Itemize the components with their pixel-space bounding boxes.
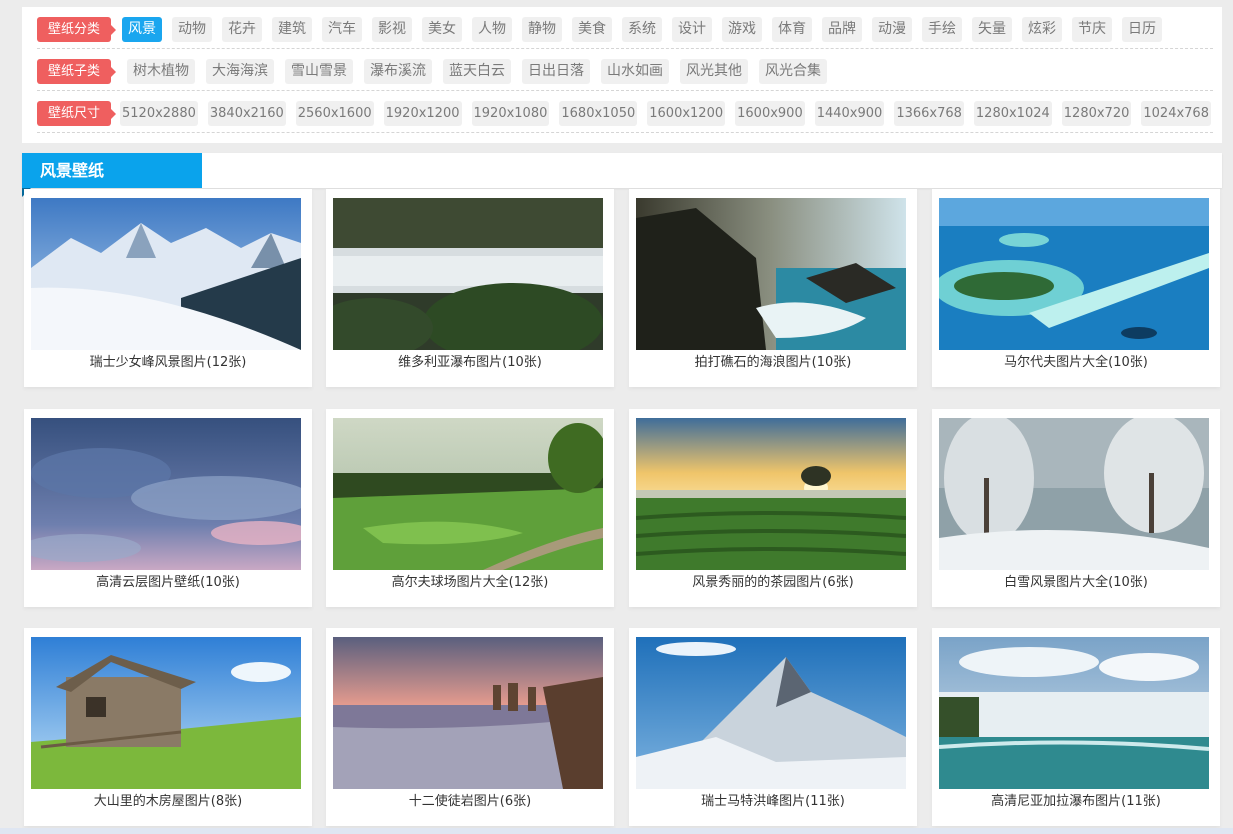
- category-tag[interactable]: 游戏: [722, 17, 762, 42]
- size-tag[interactable]: 1280x720: [1061, 101, 1132, 126]
- subcategory-tag[interactable]: 雪山雪景: [285, 59, 353, 84]
- category-tag[interactable]: 静物: [522, 17, 562, 42]
- wallpaper-caption[interactable]: 马尔代夫图片大全(10张): [939, 354, 1213, 371]
- size-tag[interactable]: 1024x768: [1141, 101, 1211, 126]
- wallpaper-thumbnail[interactable]: [31, 637, 301, 789]
- size-tag[interactable]: 1920x1080: [471, 101, 550, 126]
- subcategory-tag[interactable]: 山水如画: [601, 59, 669, 84]
- subcategory-tag-list: 树木植物 大海海滨 雪山雪景 瀑布溪流 蓝天白云 日出日落 山水如画 风光其他 风光合集: [127, 59, 1213, 84]
- section-header: 风景壁纸: [22, 153, 1222, 197]
- filter-label-subcategory: 壁纸子类: [37, 59, 116, 84]
- filter-panel: 壁纸分类 风景 动物 花卉 建筑 汽车 影视 美女 人物 静物 美食 系统 设计 游戏 体育 品牌 动漫 手绘矢…: [22, 7, 1222, 143]
- wallpaper-card[interactable]: 拍打礁石的海浪图片(10张): [629, 189, 917, 387]
- wallpaper-card[interactable]: 十二使徒岩图片(6张): [326, 628, 614, 826]
- category-tag[interactable]: 汽车: [322, 17, 362, 42]
- category-tag[interactable]: 日历: [1122, 17, 1162, 42]
- wallpaper-thumbnail[interactable]: [636, 198, 906, 350]
- subcategory-tag[interactable]: 日出日落: [522, 59, 590, 84]
- wallpaper-card[interactable]: 高尔夫球场图片大全(12张): [326, 409, 614, 607]
- category-tag[interactable]: 动漫: [872, 17, 912, 42]
- wallpaper-thumbnail[interactable]: [31, 418, 301, 570]
- wallpaper-thumbnail[interactable]: [333, 418, 603, 570]
- wallpaper-thumbnail[interactable]: [31, 198, 301, 350]
- wallpaper-caption[interactable]: 高尔夫球场图片大全(12张): [333, 574, 607, 591]
- category-tag[interactable]: 花卉: [222, 17, 262, 42]
- wallpaper-card[interactable]: 高清尼亚加拉瀑布图片(11张): [932, 628, 1220, 826]
- wallpaper-card[interactable]: 高清云层图片壁纸(10张): [24, 409, 312, 607]
- wallpaper-thumbnail[interactable]: [333, 637, 603, 789]
- filter-row-subcategory: 壁纸子类 树木植物 大海海滨 雪山雪景 瀑布溪流 蓝天白云 日出日落 山水如画 风光其他 风光合…: [37, 49, 1213, 91]
- wallpaper-caption[interactable]: 高清尼亚加拉瀑布图片(11张): [939, 793, 1213, 810]
- subcategory-tag[interactable]: 树木植物: [127, 59, 195, 84]
- subcategory-tag[interactable]: 蓝天白云: [443, 59, 511, 84]
- category-tag[interactable]: 炫彩: [1022, 17, 1062, 42]
- size-tag[interactable]: 3840x2160: [207, 101, 286, 126]
- wallpaper-caption[interactable]: 维多利亚瀑布图片(10张): [333, 354, 607, 371]
- category-tag[interactable]: 建筑: [272, 17, 312, 42]
- category-tag[interactable]: 节庆: [1072, 17, 1112, 42]
- size-tag[interactable]: 1600x900: [735, 101, 805, 126]
- filter-label-size: 壁纸尺寸: [37, 101, 116, 126]
- size-tag[interactable]: 2560x1600: [295, 101, 374, 126]
- size-tag[interactable]: 1366x768: [894, 101, 964, 126]
- wallpaper-thumbnail[interactable]: [333, 198, 603, 350]
- wallpaper-caption[interactable]: 拍打礁石的海浪图片(10张): [636, 354, 910, 371]
- category-tag[interactable]: 系统: [622, 17, 662, 42]
- bottom-strip: [0, 828, 1233, 834]
- category-tag[interactable]: 影视: [372, 17, 412, 42]
- wallpaper-thumbnail[interactable]: [939, 198, 1209, 350]
- wallpaper-card[interactable]: 维多利亚瀑布图片(10张): [326, 189, 614, 387]
- size-tag[interactable]: 1600x1200: [647, 101, 726, 126]
- wallpaper-caption[interactable]: 瑞士少女峰风景图片(12张): [31, 354, 305, 371]
- wallpaper-caption[interactable]: 瑞士马特洪峰图片(11张): [636, 793, 910, 810]
- category-tag[interactable]: 风景: [122, 17, 162, 42]
- size-tag[interactable]: 1920x1200: [383, 101, 462, 126]
- category-tag[interactable]: 体育: [772, 17, 812, 42]
- category-tag[interactable]: 美食: [572, 17, 612, 42]
- wallpaper-card[interactable]: 白雪风景图片大全(10张): [932, 409, 1220, 607]
- subcategory-tag[interactable]: 大海海滨: [206, 59, 274, 84]
- wallpaper-card[interactable]: 瑞士马特洪峰图片(11张): [629, 628, 917, 826]
- section-title: 风景壁纸: [22, 153, 202, 188]
- wallpaper-thumbnail[interactable]: [939, 418, 1209, 570]
- wallpaper-card[interactable]: 风景秀丽的的茶园图片(6张): [629, 409, 917, 607]
- wallpaper-caption[interactable]: 高清云层图片壁纸(10张): [31, 574, 305, 591]
- category-tag[interactable]: 人物: [472, 17, 512, 42]
- category-tag[interactable]: 矢量: [972, 17, 1012, 42]
- wallpaper-card[interactable]: 大山里的木房屋图片(8张): [24, 628, 312, 826]
- subcategory-tag[interactable]: 瀑布溪流: [364, 59, 432, 84]
- wallpaper-thumbnail[interactable]: [939, 637, 1209, 789]
- size-tag[interactable]: 1440x900: [814, 101, 885, 126]
- wallpaper-caption[interactable]: 风景秀丽的的茶园图片(6张): [636, 574, 910, 591]
- size-tag[interactable]: 1280x1024: [973, 101, 1052, 126]
- wallpaper-caption[interactable]: 白雪风景图片大全(10张): [939, 574, 1213, 591]
- subcategory-tag[interactable]: 风光合集: [759, 59, 827, 84]
- wallpaper-card[interactable]: 马尔代夫图片大全(10张): [932, 189, 1220, 387]
- category-tag-list: 风景 动物 花卉 建筑 汽车 影视 美女 人物 静物 美食 系统 设计 游戏 体育 品牌 动漫 手绘 矢量 炫彩 节庆…: [122, 17, 1213, 42]
- wallpaper-thumbnail[interactable]: [636, 418, 906, 570]
- category-tag[interactable]: 设计: [672, 17, 712, 42]
- category-tag[interactable]: 品牌: [822, 17, 862, 42]
- category-tag[interactable]: 动物: [172, 17, 212, 42]
- size-tag[interactable]: 1680x1050: [559, 101, 638, 126]
- subcategory-tag[interactable]: 风光其他: [680, 59, 748, 84]
- filter-label-category: 壁纸分类: [37, 17, 116, 42]
- category-tag[interactable]: 美女: [422, 17, 462, 42]
- filter-row-category: 壁纸分类 风景 动物 花卉 建筑 汽车 影视 美女 人物 静物 美食 系统 设计 游戏 体育 品牌 动漫 手绘矢…: [37, 7, 1213, 49]
- size-tag-list: 5120x2880 3840x2160 2560x1600 1920x1200 1920…: [120, 101, 1213, 126]
- wallpaper-caption[interactable]: 十二使徒岩图片(6张): [333, 793, 607, 810]
- size-tag[interactable]: 5120x2880: [120, 101, 198, 126]
- wallpaper-caption[interactable]: 大山里的木房屋图片(8张): [31, 793, 305, 810]
- wallpaper-thumbnail[interactable]: [636, 637, 906, 789]
- category-tag[interactable]: 手绘: [922, 17, 962, 42]
- wallpaper-card[interactable]: 瑞士少女峰风景图片(12张): [24, 189, 312, 387]
- filter-row-size: 壁纸尺寸 5120x2880 3840x2160 2560x1600 1920x120…: [37, 91, 1213, 133]
